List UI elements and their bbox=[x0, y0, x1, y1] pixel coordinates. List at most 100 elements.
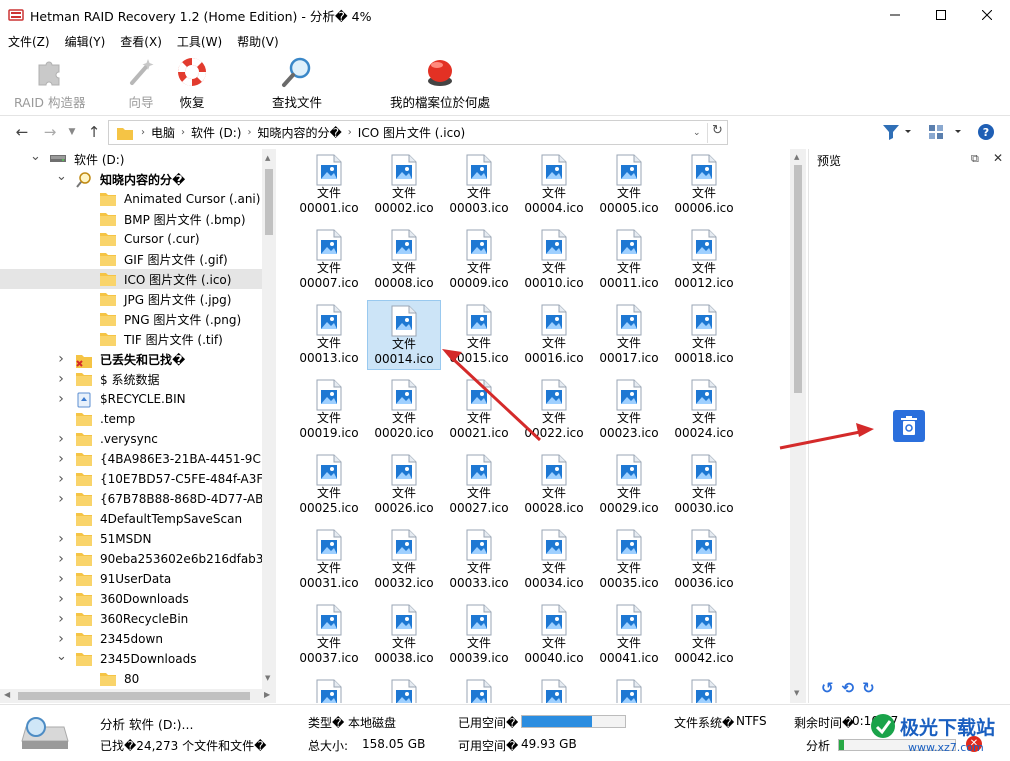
file-item[interactable]: 文件 00014.ico bbox=[367, 300, 441, 370]
tree-item[interactable]: › 90eba253602e6b216dfab3cd4d8 bbox=[0, 549, 275, 569]
expand-arrow-icon[interactable]: › bbox=[56, 571, 66, 587]
expand-arrow-icon[interactable]: › bbox=[56, 371, 66, 387]
expand-arrow-icon[interactable]: › bbox=[56, 451, 66, 467]
tree-item[interactable]: › 360Downloads bbox=[0, 589, 262, 609]
refresh-icon[interactable]: ↻ bbox=[707, 123, 727, 143]
recover-button[interactable]: 恢复 bbox=[174, 54, 210, 111]
address-dropdown-icon[interactable]: ⌄ bbox=[693, 128, 701, 138]
file-item[interactable]: 文件 00038.ico bbox=[367, 600, 441, 670]
tree-item[interactable]: ⌄ 2345Downloads bbox=[0, 649, 262, 669]
rotate-both-icon[interactable]: ⟲ bbox=[842, 679, 855, 697]
rotate-left-icon[interactable]: ↺ bbox=[821, 679, 834, 697]
file-item[interactable]: 文件 00017.ico bbox=[592, 300, 666, 370]
file-item[interactable]: 文件 00018.ico bbox=[667, 300, 741, 370]
file-item[interactable]: 文件 00040.ico bbox=[517, 600, 591, 670]
file-item[interactable]: 文件 00011.ico bbox=[592, 225, 666, 295]
preview-close-icon[interactable]: ✕ bbox=[993, 151, 1003, 165]
expand-arrow-icon[interactable]: › bbox=[56, 431, 66, 447]
file-item[interactable] bbox=[367, 675, 441, 703]
tree-item[interactable]: › {67B78B88-868D-4D77-AB70-D( bbox=[0, 489, 275, 509]
file-item[interactable]: 文件 00034.ico bbox=[517, 525, 591, 595]
scroll-up-icon[interactable]: ▲ bbox=[265, 154, 270, 162]
expand-arrow-icon[interactable]: › bbox=[56, 491, 66, 507]
file-item[interactable]: 文件 00035.ico bbox=[592, 525, 666, 595]
file-item[interactable]: 文件 00025.ico bbox=[292, 450, 366, 520]
file-item[interactable]: 文件 00024.ico bbox=[667, 375, 741, 445]
tree-item[interactable]: › $RECYCLE.BIN bbox=[0, 389, 262, 409]
breadcrumb-item[interactable]: 知晓内容的分� bbox=[257, 124, 341, 141]
file-item[interactable] bbox=[292, 675, 366, 703]
wizard-button[interactable]: 向导 bbox=[123, 54, 159, 111]
menu-item[interactable]: 工具(W) bbox=[173, 33, 226, 50]
menu-item[interactable]: 编辑(Y) bbox=[61, 33, 110, 50]
close-button[interactable] bbox=[964, 0, 1010, 30]
collapse-arrow-icon[interactable]: ⌄ bbox=[30, 149, 41, 164]
menu-item[interactable]: 帮助(V) bbox=[233, 33, 283, 50]
breadcrumb-item[interactable]: 软件 (D:) bbox=[191, 124, 241, 141]
find-file-button[interactable]: 查找文件 bbox=[272, 54, 322, 111]
file-item[interactable]: 文件 00003.ico bbox=[442, 150, 516, 220]
file-item[interactable]: 文件 00037.ico bbox=[292, 600, 366, 670]
file-item[interactable]: 文件 00041.ico bbox=[592, 600, 666, 670]
file-item[interactable]: 文件 00033.ico bbox=[442, 525, 516, 595]
file-item[interactable]: 文件 00008.ico bbox=[367, 225, 441, 295]
tree-item[interactable]: JPG 图片文件 (.jpg) bbox=[0, 289, 262, 309]
file-item[interactable]: 文件 00004.ico bbox=[517, 150, 591, 220]
tree-item[interactable]: › {4BA986E3-21BA-4451-9CD0-BI bbox=[0, 449, 275, 469]
tree-item[interactable]: ⌄ 知晓内容的分� bbox=[0, 169, 262, 189]
file-item[interactable]: 文件 00006.ico bbox=[667, 150, 741, 220]
file-item[interactable]: 文件 00032.ico bbox=[367, 525, 441, 595]
file-item[interactable]: 文件 00021.ico bbox=[442, 375, 516, 445]
address-bar[interactable]: › 电脑 › 软件 (D:) › 知晓内容的分� › ICO 图片文件 (.ic… bbox=[108, 120, 728, 145]
raid-builder-button[interactable]: RAID 构造器 bbox=[14, 54, 86, 111]
tree-hscrollbar[interactable]: ◀ ▶ bbox=[0, 689, 276, 703]
file-item[interactable]: 文件 00002.ico bbox=[367, 150, 441, 220]
breadcrumb-item[interactable]: ICO 图片文件 (.ico) bbox=[358, 124, 465, 141]
file-item[interactable]: 文件 00031.ico bbox=[292, 525, 366, 595]
file-item[interactable]: 文件 00027.ico bbox=[442, 450, 516, 520]
file-item[interactable] bbox=[667, 675, 741, 703]
back-button[interactable]: ← bbox=[12, 122, 32, 142]
file-item[interactable]: 文件 00042.ico bbox=[667, 600, 741, 670]
file-item[interactable]: 文件 00009.ico bbox=[442, 225, 516, 295]
tree-item[interactable]: › 360RecycleBin bbox=[0, 609, 262, 629]
tree-item[interactable]: PNG 图片文件 (.png) bbox=[0, 309, 262, 329]
file-item[interactable]: 文件 00007.ico bbox=[292, 225, 366, 295]
file-item[interactable]: 文件 00020.ico bbox=[367, 375, 441, 445]
file-item[interactable]: 文件 00039.ico bbox=[442, 600, 516, 670]
tree-item[interactable]: Cursor (.cur) bbox=[0, 229, 262, 249]
file-item[interactable]: 文件 00029.ico bbox=[592, 450, 666, 520]
breadcrumb-item[interactable]: 电脑 bbox=[151, 124, 175, 141]
tree-item[interactable]: GIF 图片文件 (.gif) bbox=[0, 249, 262, 269]
forward-button[interactable]: → bbox=[40, 122, 60, 142]
tree-item[interactable]: ICO 图片文件 (.ico) bbox=[0, 269, 262, 289]
file-item[interactable]: 文件 00015.ico bbox=[442, 300, 516, 370]
tree-item[interactable]: › 已丢失和已找� bbox=[0, 349, 262, 369]
tree-item[interactable]: › 2345down bbox=[0, 629, 262, 649]
file-item[interactable]: 文件 00001.ico bbox=[292, 150, 366, 220]
file-item[interactable]: 文件 00022.ico bbox=[517, 375, 591, 445]
expand-arrow-icon[interactable]: › bbox=[56, 391, 66, 407]
maximize-button[interactable] bbox=[918, 0, 964, 30]
minimize-button[interactable] bbox=[872, 0, 918, 30]
expand-arrow-icon[interactable]: › bbox=[56, 631, 66, 647]
history-dropdown[interactable]: ▼ bbox=[62, 122, 82, 142]
file-item[interactable]: 文件 00013.ico bbox=[292, 300, 366, 370]
file-item[interactable]: 文件 00023.ico bbox=[592, 375, 666, 445]
view-mode-button[interactable] bbox=[928, 123, 966, 144]
tree-item[interactable]: › 51MSDN bbox=[0, 529, 262, 549]
scroll-up-icon[interactable]: ▲ bbox=[794, 153, 799, 161]
tree-scroll-thumb[interactable] bbox=[265, 169, 273, 235]
menu-item[interactable]: 文件(Z) bbox=[4, 33, 54, 50]
expand-arrow-icon[interactable]: › bbox=[56, 531, 66, 547]
undock-icon[interactable]: ⧉ bbox=[971, 152, 979, 166]
scroll-down-icon[interactable]: ▼ bbox=[265, 674, 270, 682]
scroll-left-icon[interactable]: ◀ bbox=[4, 690, 10, 699]
file-item[interactable]: 文件 00019.ico bbox=[292, 375, 366, 445]
filter-button[interactable] bbox=[882, 123, 912, 144]
expand-arrow-icon[interactable]: › bbox=[56, 611, 66, 627]
tree-item[interactable]: › 91UserData bbox=[0, 569, 262, 589]
tree-item[interactable]: BMP 图片文件 (.bmp) bbox=[0, 209, 262, 229]
file-item[interactable] bbox=[592, 675, 666, 703]
file-item[interactable]: 文件 00005.ico bbox=[592, 150, 666, 220]
